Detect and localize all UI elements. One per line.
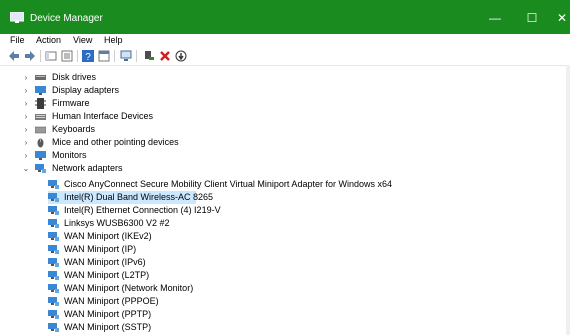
menu-view[interactable]: View [73,35,92,45]
tree-device-item[interactable]: WAN Miniport (PPTP) [48,308,348,321]
network-adapter-icon [48,219,59,228]
network-adapter-icon [48,271,59,280]
close-button[interactable]: ✕ [542,8,570,28]
toolbar-separator [136,50,137,62]
network-adapter-icon [48,310,59,319]
scan-hardware-icon[interactable] [120,50,132,62]
tree-device-label: Intel(R) Ethernet Connection (4) I219-V [64,205,221,215]
tree-category-disk-drives[interactable]: › Disk drives [22,71,422,84]
tree-device-label: WAN Miniport (IKEv2) [64,231,152,241]
toolbar-separator [40,50,41,62]
network-adapter-icon [48,284,59,293]
menu-file[interactable]: File [10,35,25,45]
properties-icon[interactable] [61,50,73,62]
device-manager-icon [10,12,24,23]
tree-device-label: WAN Miniport (IPv6) [64,257,146,267]
network-adapter-icon [48,180,59,189]
forward-icon[interactable] [24,50,36,62]
firmware-icon [35,98,46,109]
tree-category-keyboards[interactable]: › Keyboards [22,123,422,136]
tree-category-display-adapters[interactable]: › Display adapters [22,84,422,97]
tree-device-item[interactable]: WAN Miniport (Network Monitor) [48,282,348,295]
mouse-icon [37,138,44,148]
show-hide-tree-icon[interactable] [45,50,57,62]
tree-device-item[interactable]: WAN Miniport (IKEv2) [48,230,348,243]
tree-category-firmware[interactable]: › Firmware [22,97,422,110]
menu-action[interactable]: Action [36,35,61,45]
network-adapter-icon [48,297,59,306]
uninstall-icon[interactable] [159,50,171,62]
tree-device-item[interactable]: Cisco AnyConnect Secure Mobility Client … [48,178,468,191]
toolbar-separator [114,50,115,62]
tree-device-label: WAN Miniport (PPTP) [64,309,152,319]
tree-category-network-adapters[interactable]: ⌄ Network adapters [22,162,422,175]
tree-device-item[interactable]: WAN Miniport (IP) [48,243,348,256]
tree-device-item[interactable]: WAN Miniport (L2TP) [48,269,348,282]
tree-category-label: Human Interface Devices [52,111,154,121]
chevron-right-icon[interactable]: › [22,136,30,149]
network-adapter-icon [48,323,59,332]
hid-icon [35,114,46,120]
tree-device-label: WAN Miniport (SSTP) [64,322,152,332]
tree-category-label: Firmware [52,98,90,108]
chevron-down-icon[interactable]: ⌄ [22,162,30,175]
tree-device-item[interactable]: Linksys WUSB6300 V2 #2 [48,217,348,230]
tree-device-label: WAN Miniport (L2TP) [64,270,150,280]
svg-text:?: ? [85,52,91,62]
tree-device-item[interactable]: WAN Miniport (SSTP) [48,321,348,334]
network-adapter-icon [48,245,59,254]
tree-category-label: Network adapters [52,163,123,173]
disk-drive-icon [35,75,46,80]
display-adapter-icon [35,86,46,95]
tree-device-label: WAN Miniport (PPPOE) [64,296,159,306]
tree-category-mice[interactable]: › Mice and other pointing devices [22,136,422,149]
chevron-right-icon[interactable]: › [22,84,30,97]
chevron-right-icon[interactable]: › [22,71,30,84]
vertical-scrollbar[interactable] [566,65,570,335]
keyboard-icon [35,126,46,134]
chevron-right-icon[interactable]: › [22,97,30,110]
update-driver-icon[interactable] [175,50,187,62]
minimize-button[interactable]: — [475,8,515,28]
tree-device-label: Cisco AnyConnect Secure Mobility Client … [64,179,392,189]
tree-device-item-selected[interactable]: Intel(R) Dual Band Wireless-AC 8265 [48,191,213,204]
network-adapter-icon [48,193,59,202]
window-title: Device Manager [30,13,103,24]
tree-category-monitors[interactable]: › Monitors [22,149,422,162]
chevron-right-icon[interactable]: › [22,149,30,162]
network-adapter-icon [48,206,59,215]
tree-device-label: WAN Miniport (Network Monitor) [64,283,194,293]
tree-category-label: Disk drives [52,72,97,82]
network-adapter-icon [48,232,59,241]
tree-category-label: Display adapters [52,85,120,95]
help-icon[interactable]: ? [82,50,94,62]
tree-device-label: Linksys WUSB6300 V2 #2 [64,218,170,228]
toolbar-separator [77,50,78,62]
tree-category-label: Monitors [52,150,87,160]
title-bar: Device Manager — ☐ ✕ [0,0,570,34]
tree-device-label: WAN Miniport (IP) [64,244,137,254]
toolbar: ? [0,47,570,66]
tree-device-item[interactable]: WAN Miniport (IPv6) [48,256,348,269]
tree-device-label: Intel(R) Dual Band Wireless-AC 8265 [64,192,214,202]
tree-category-label: Keyboards [52,124,96,134]
network-adapter-icon [35,164,46,173]
tree-category-human-interface-devices[interactable]: › Human Interface Devices [22,110,422,123]
chevron-right-icon[interactable]: › [22,110,30,123]
tree-device-item[interactable]: WAN Miniport (PPPOE) [48,295,348,308]
back-icon[interactable] [8,50,20,62]
menu-bar: File Action View Help [0,34,570,47]
tree-category-label: Mice and other pointing devices [52,137,179,147]
monitor-icon [35,151,46,160]
enable-device-icon[interactable] [143,50,155,62]
device-tree: › Disk drives › Display adapters › Firmw… [0,67,570,335]
view-icon[interactable] [98,50,110,62]
chevron-right-icon[interactable]: › [22,123,30,136]
network-adapter-icon [48,258,59,267]
menu-help[interactable]: Help [104,35,123,45]
tree-device-item[interactable]: Intel(R) Ethernet Connection (4) I219-V [48,204,348,217]
